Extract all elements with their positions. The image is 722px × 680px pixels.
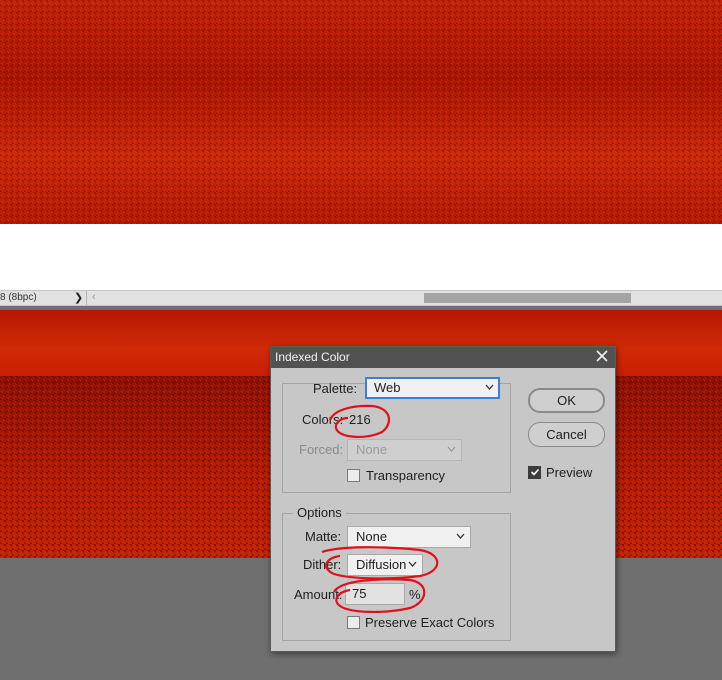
amount-input[interactable]: 75: [345, 583, 405, 605]
matte-select-value: None: [356, 529, 388, 544]
amount-unit: %: [409, 587, 421, 602]
colors-value[interactable]: 216: [349, 412, 371, 427]
amount-label: Amount:: [294, 587, 343, 602]
ok-button[interactable]: OK: [528, 388, 605, 413]
checkmark-icon: [530, 468, 540, 476]
preview-label: Preview: [546, 465, 593, 480]
preserve-exact-colors-checkbox[interactable]: [347, 616, 360, 629]
status-menu-arrow-icon[interactable]: ❯: [74, 291, 83, 304]
colors-label: Colors:: [302, 412, 344, 427]
status-bar: 8 (8bpc) ❯ ‹: [0, 290, 722, 306]
matte-select[interactable]: None: [347, 526, 471, 548]
palette-select-value: Web: [374, 380, 401, 395]
document-canvas-whitespace: [0, 224, 722, 290]
preview-checkbox[interactable]: [528, 466, 541, 479]
dialog-titlebar[interactable]: Indexed Color: [271, 347, 615, 368]
matte-label: Matte:: [305, 529, 342, 544]
options-legend: Options: [293, 505, 346, 520]
transparency-checkbox[interactable]: [347, 469, 360, 482]
forced-select[interactable]: None: [347, 439, 462, 461]
dither-select-value: Diffusion: [356, 557, 407, 572]
chevron-down-icon: [447, 446, 456, 452]
forced-label: Forced:: [299, 442, 344, 457]
dither-select[interactable]: Diffusion: [347, 554, 423, 576]
transparency-label: Transparency: [366, 468, 445, 483]
palette-label: Palette:: [313, 381, 358, 396]
cancel-button[interactable]: Cancel: [528, 422, 605, 447]
status-divider: [86, 291, 87, 305]
document-info-text: 8 (8bpc): [0, 292, 37, 303]
dithered-image-top: [0, 0, 722, 224]
dither-label: Dither:: [303, 557, 342, 572]
preserve-exact-colors-label: Preserve Exact Colors: [365, 615, 495, 630]
chevron-down-icon: [485, 384, 494, 390]
indexed-color-dialog: Indexed Color Palette: Web Colors: 216 F…: [270, 346, 616, 652]
close-icon[interactable]: [595, 349, 609, 363]
scroll-left-icon[interactable]: ‹: [92, 291, 96, 303]
horizontal-scrollbar-thumb[interactable]: [424, 293, 631, 303]
forced-select-value: None: [356, 442, 388, 457]
chevron-down-icon: [408, 561, 417, 567]
dialog-title: Indexed Color: [275, 350, 350, 364]
palette-select[interactable]: Web: [365, 377, 500, 399]
amount-input-value: 75: [352, 586, 367, 601]
chevron-down-icon: [456, 533, 465, 539]
